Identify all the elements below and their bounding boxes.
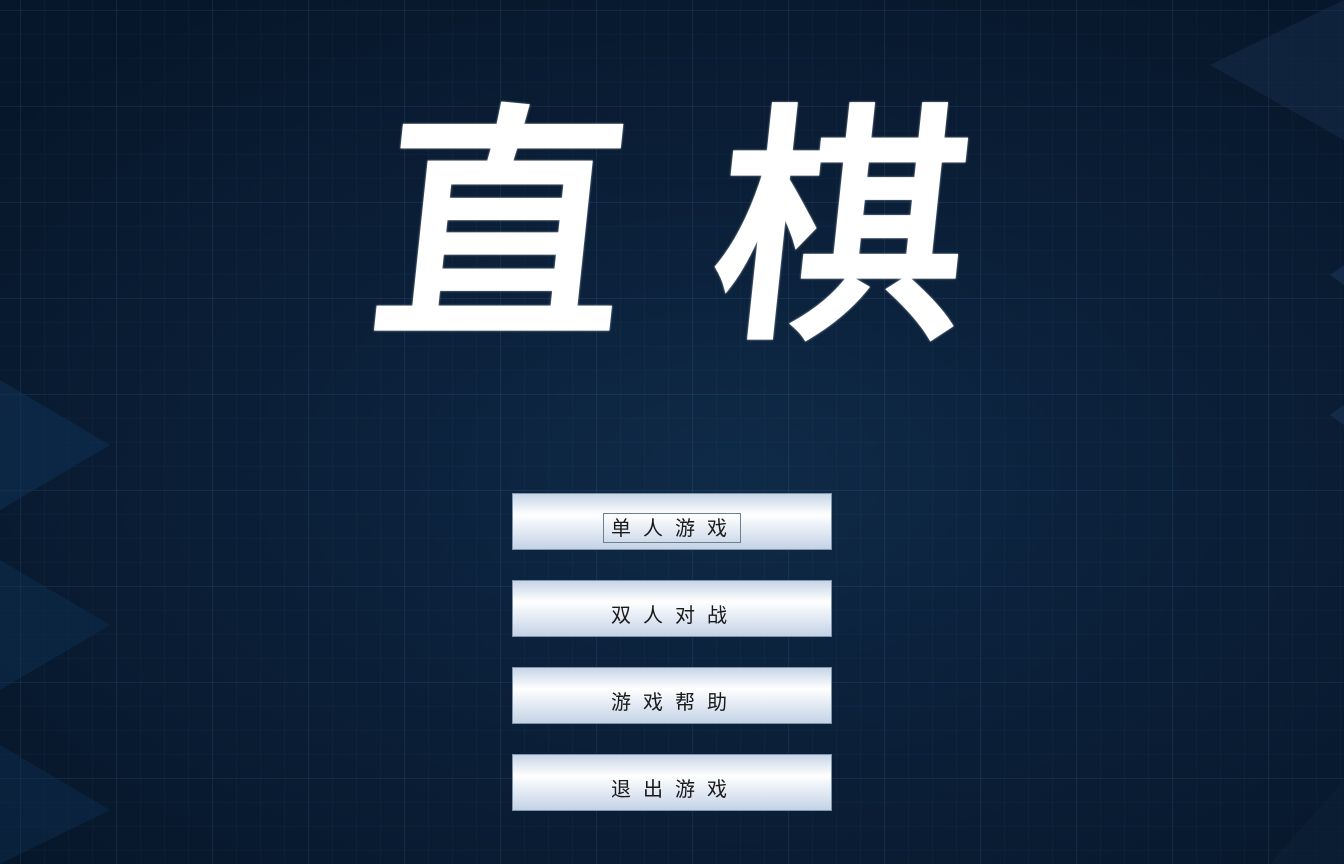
two-player-label: 双人对战: [611, 603, 739, 627]
game-help-button[interactable]: 游戏帮助: [512, 667, 832, 724]
single-player-button[interactable]: 单人游戏: [512, 493, 832, 550]
main-menu: 单人游戏 双人对战 游戏帮助 退出游戏: [512, 493, 832, 841]
game-title: 直棋: [361, 84, 1073, 375]
single-player-label: 单人游戏: [603, 513, 741, 543]
exit-game-button[interactable]: 退出游戏: [512, 754, 832, 811]
game-help-label: 游戏帮助: [611, 690, 739, 714]
two-player-button[interactable]: 双人对战: [512, 580, 832, 637]
exit-game-label: 退出游戏: [611, 777, 739, 801]
